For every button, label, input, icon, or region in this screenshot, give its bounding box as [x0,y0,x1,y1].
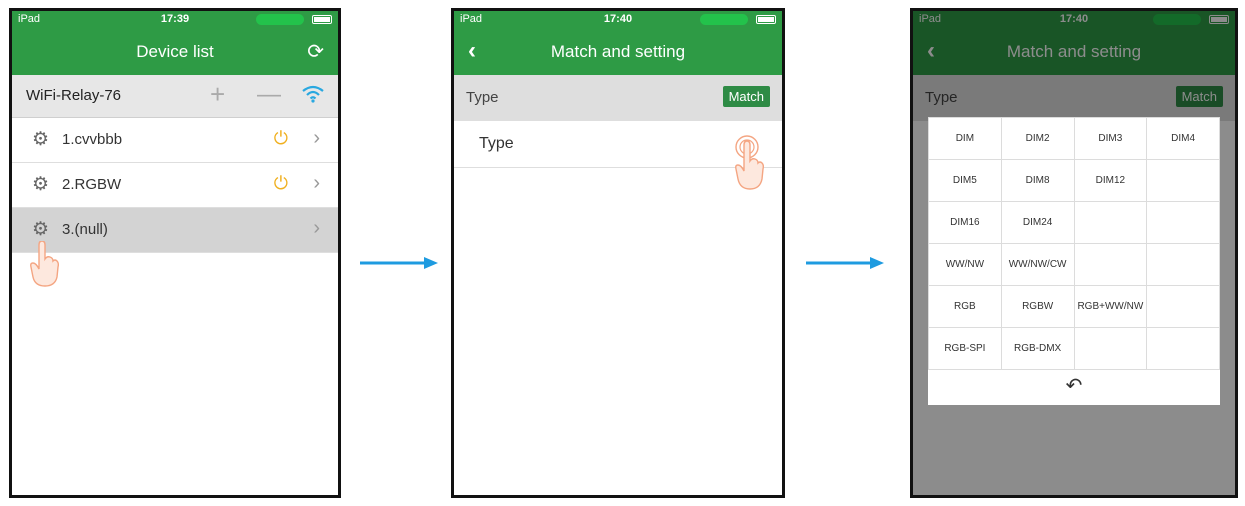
group-header: WiFi-Relay-76 + — [12,75,338,118]
remove-button[interactable]: — [257,81,281,109]
type-option-empty [1146,201,1220,244]
type-option[interactable]: DIM4 [1146,117,1220,160]
power-icon[interactable]: ⏻ [274,128,288,149]
type-option[interactable]: RGB [928,285,1002,328]
status-indicator [700,14,748,25]
type-options-grid: DIM DIM2 DIM3 DIM4 DIM5 DIM8 DIM12 DIM16… [928,117,1220,370]
type-row-label: Type [479,135,514,152]
status-bar: iPad 17:40 [454,11,782,29]
return-icon[interactable]: ↶ [928,373,1220,398]
chevron-right-icon: › [313,217,320,239]
chevron-right-icon: › [313,127,320,149]
type-option[interactable]: DIM16 [928,201,1002,244]
refresh-icon[interactable]: ⟳ [307,39,324,64]
power-icon[interactable]: ⏻ [274,173,288,194]
nav-bar: ‹ Match and setting [454,29,782,75]
type-option[interactable]: DIM3 [1073,117,1148,160]
screen-device-list: iPad 17:39 Device list ⟳ WiFi-Relay-76 +… [9,8,341,498]
type-option[interactable]: DIM24 [1000,201,1075,244]
gear-icon[interactable]: ⚙ [32,128,49,151]
nav-bar: Device list ⟳ [12,29,338,75]
type-option[interactable]: RGB-DMX [1000,327,1075,370]
list-item[interactable]: ⚙ 1.cvvbbb ⏻ › [12,118,338,163]
device-label: 2.RGBW [62,176,122,193]
type-option[interactable]: DIM12 [1073,159,1148,202]
list-item[interactable]: ⚙ 3.(null) › [12,208,338,253]
type-option-empty [1146,159,1220,202]
screen-type-picker: iPad 17:40 ‹ Match and setting Type Matc… [910,8,1238,498]
type-option[interactable]: WW/NW [928,243,1002,286]
status-bar: iPad 17:39 [12,11,338,29]
type-option[interactable]: RGBW [1000,285,1075,328]
type-option-empty [1073,243,1148,286]
type-option[interactable]: RGB+WW/NW [1073,285,1148,328]
tap-hand-icon [30,241,59,287]
type-row[interactable]: Type [454,121,782,168]
type-option-empty [1146,327,1220,370]
type-option-empty [1146,285,1220,328]
status-indicator [256,14,304,25]
list-item[interactable]: ⚙ 2.RGBW ⏻ › [12,163,338,208]
page-title: Device list [136,42,214,61]
type-option[interactable]: DIM2 [1000,117,1075,160]
chevron-right-icon: › [313,172,320,194]
gear-icon[interactable]: ⚙ [32,218,49,241]
battery-icon [756,15,776,24]
arrow-right-icon [360,257,438,269]
type-picker-popup: DIM DIM2 DIM3 DIM4 DIM5 DIM8 DIM12 DIM16… [928,117,1220,405]
wifi-icon[interactable] [302,85,324,108]
arrow-right-icon [806,257,884,269]
type-header: Type Match [454,75,782,121]
type-option-empty [1073,327,1148,370]
type-section-label: Type [466,89,499,106]
type-option[interactable]: DIM8 [1000,159,1075,202]
type-option[interactable]: DIM [928,117,1002,160]
gear-icon[interactable]: ⚙ [32,173,49,196]
battery-icon [312,15,332,24]
type-option-empty [1073,201,1148,244]
match-button[interactable]: Match [722,86,770,107]
tap-hand-icon [735,135,765,190]
type-option-empty [1146,243,1220,286]
page-title: Match and setting [550,42,686,61]
device-label: 1.cvvbbb [62,131,123,148]
type-option[interactable]: WW/NW/CW [1000,243,1075,286]
add-button[interactable]: + [210,79,225,110]
group-name: WiFi-Relay-76 [26,87,122,104]
device-label: 3.(null) [62,221,108,238]
screen-match-setting: iPad 17:40 ‹ Match and setting Type Matc… [451,8,785,498]
type-option[interactable]: RGB-SPI [928,327,1002,370]
type-option[interactable]: DIM5 [928,159,1002,202]
